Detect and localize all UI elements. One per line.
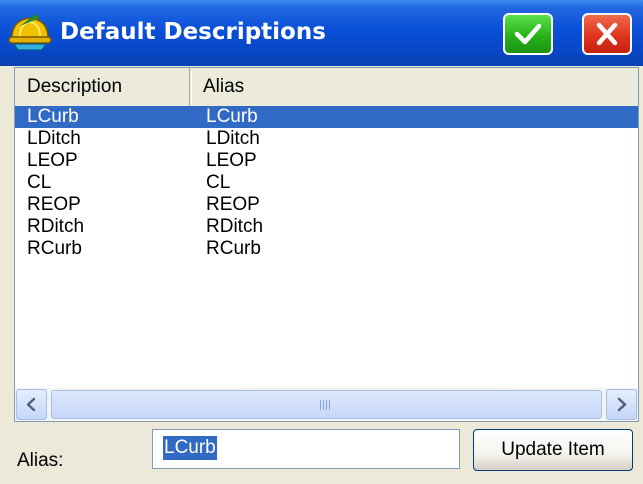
list-item-alias: REOP bbox=[206, 194, 260, 215]
hard-hat-icon bbox=[8, 14, 52, 51]
close-button[interactable] bbox=[582, 13, 632, 55]
grip-icon bbox=[320, 400, 332, 410]
list-item-description: REOP bbox=[27, 194, 81, 215]
list-item-description: RCurb bbox=[27, 238, 82, 259]
list-item[interactable]: LDitch LDitch bbox=[15, 128, 638, 150]
list-item-description: RDitch bbox=[27, 216, 85, 237]
close-icon bbox=[596, 22, 618, 46]
list-rows: LCurb LCurb LDitch LDitch LEOP LEOP CL CL REOP RE… bbox=[15, 106, 638, 260]
alias-input-value: LCurb bbox=[163, 436, 217, 460]
descriptions-list[interactable]: Description Alias LCurb LCurb LDitch LDitch… bbox=[14, 67, 639, 422]
list-item[interactable]: RCurb RCurb bbox=[15, 238, 638, 260]
list-item[interactable]: CL CL bbox=[15, 172, 638, 194]
list-item-alias: RDitch bbox=[206, 216, 264, 237]
list-item-alias: RCurb bbox=[206, 238, 261, 259]
ok-button[interactable] bbox=[503, 13, 553, 55]
horizontal-scrollbar[interactable] bbox=[15, 388, 638, 421]
list-item-description: LDitch bbox=[27, 128, 81, 149]
scroll-right-button[interactable] bbox=[606, 389, 637, 420]
column-header-description[interactable]: Description bbox=[15, 68, 190, 106]
title-bar: Default Descriptions bbox=[0, 0, 643, 66]
scroll-left-button[interactable] bbox=[16, 389, 47, 420]
list-item-alias: LCurb bbox=[206, 106, 258, 127]
list-item-description: CL bbox=[27, 172, 52, 193]
scrollbar-thumb[interactable] bbox=[51, 390, 602, 419]
list-item[interactable]: RDitch RDitch bbox=[15, 216, 638, 238]
list-item-alias: LEOP bbox=[206, 150, 257, 171]
list-item-description: LEOP bbox=[27, 150, 78, 171]
list-item-alias: CL bbox=[206, 172, 231, 193]
list-item[interactable]: REOP REOP bbox=[15, 194, 638, 216]
chevron-right-icon bbox=[617, 397, 627, 412]
list-item[interactable]: LCurb LCurb bbox=[15, 106, 638, 128]
update-item-button[interactable]: Update Item bbox=[473, 429, 633, 471]
list-item-alias: LDitch bbox=[206, 128, 260, 149]
checkmark-icon bbox=[514, 23, 542, 45]
window-title: Default Descriptions bbox=[60, 19, 326, 45]
alias-label: Alias: bbox=[17, 450, 64, 471]
default-descriptions-window: Default Descriptions Description Alias L… bbox=[0, 0, 643, 484]
list-item[interactable]: LEOP LEOP bbox=[15, 150, 638, 172]
chevron-left-icon bbox=[26, 397, 36, 412]
list-item-description: LCurb bbox=[27, 106, 79, 127]
column-header-alias[interactable]: Alias bbox=[191, 68, 638, 106]
alias-input[interactable]: LCurb bbox=[152, 429, 460, 469]
list-header: Description Alias bbox=[15, 68, 638, 107]
